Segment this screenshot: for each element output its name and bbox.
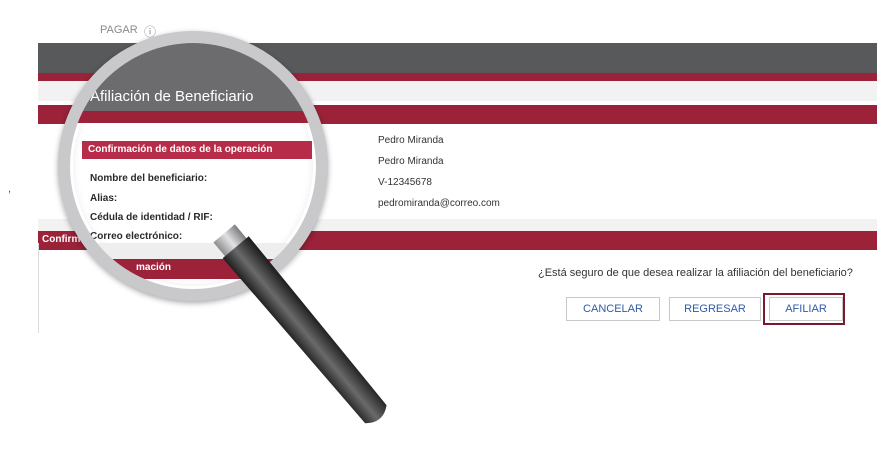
field-label-id: Cédula de identidad / RIF: — [90, 212, 213, 223]
affiliate-button[interactable]: AFILIAR — [769, 297, 843, 321]
field-label-alias: Alias: — [90, 193, 118, 204]
lens-accent — [70, 111, 316, 123]
field-label-name: Nombre del beneficiario: — [90, 173, 208, 184]
lens-section-confirm-data: Confirmación de datos de la operación — [82, 141, 312, 159]
affiliation-window: Pedro Miranda Pedro Miranda V-12345678 p… — [38, 31, 877, 333]
field-label-email: Correo electrónico: — [90, 231, 183, 242]
field-value-alias: Pedro Miranda — [378, 156, 444, 167]
back-button[interactable]: REGRESAR — [669, 297, 761, 321]
window-title: Afiliación de Beneficiario — [90, 88, 254, 105]
section-confirm-data-label: Confirmación de datos de la operación — [88, 144, 273, 155]
stray-comma: , — [8, 183, 12, 195]
magnifying-glass-lens: Afiliación de Beneficiario Confirmación … — [58, 31, 328, 301]
confirmation-question: ¿Está seguro de que desea realizar la af… — [538, 267, 853, 279]
lens-confirmation-fragment: mación — [136, 262, 172, 273]
background-pagar-text: PAGAR — [100, 24, 138, 36]
field-value-name: Pedro Miranda — [378, 135, 444, 146]
field-value-id: V-12345678 — [378, 177, 432, 188]
field-value-email: pedromiranda@correo.com — [378, 198, 500, 209]
lens-section-confirmation: mación — [70, 259, 316, 279]
left-rule — [38, 243, 39, 333]
cancel-button[interactable]: CANCELAR — [566, 297, 660, 321]
lens-content: Afiliación de Beneficiario Confirmación … — [70, 43, 316, 289]
lens-gray-band — [70, 243, 316, 259]
